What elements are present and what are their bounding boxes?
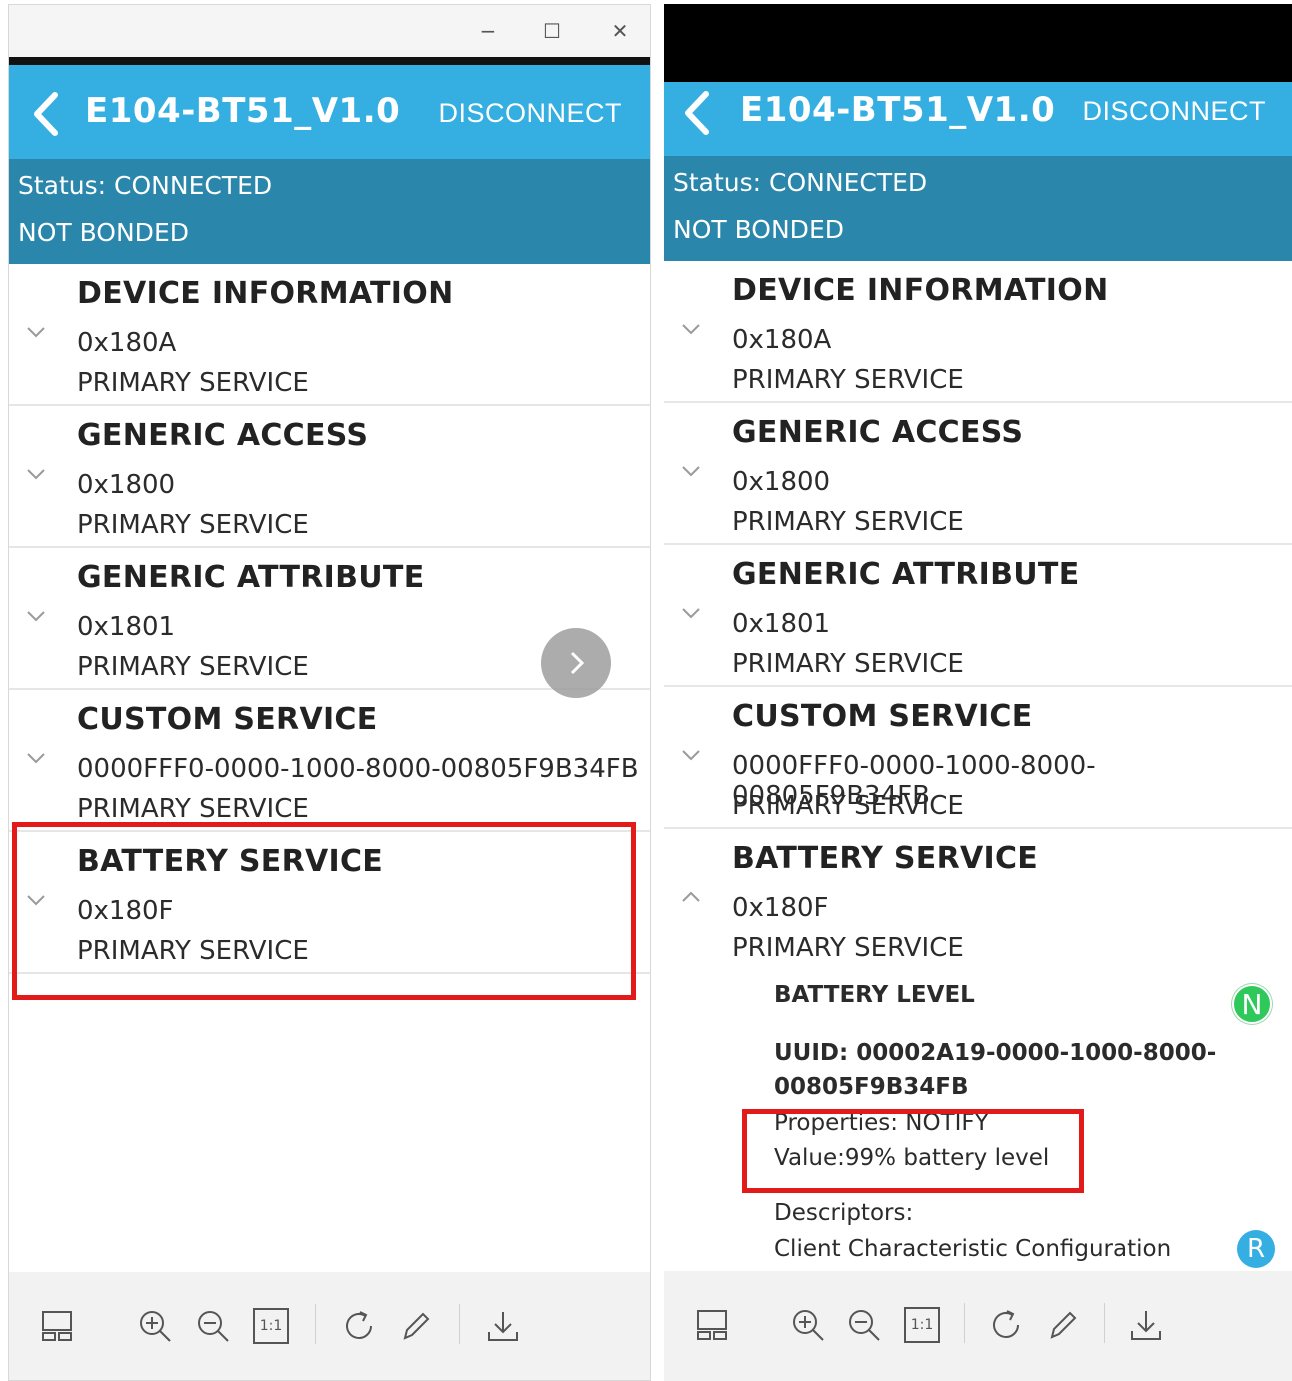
service-type: PRIMARY SERVICE — [77, 794, 309, 824]
service-uuid: 0x180A — [732, 325, 832, 355]
connection-status-bar: Status: CONNECTED NOT BONDED — [9, 159, 650, 264]
service-uuid: 0000FFF0-0000-1000-8000-00805F9B34FB — [77, 754, 639, 784]
service-name: DEVICE INFORMATION — [732, 273, 1109, 308]
download-icon[interactable] — [485, 1308, 521, 1344]
service-row[interactable]: CUSTOM SERVICE 0000FFF0-0000-1000-8000-0… — [9, 690, 650, 832]
disconnect-button[interactable]: DISCONNECT — [1082, 96, 1266, 127]
minimize-button[interactable]: − — [476, 19, 500, 43]
right-screenshot-panel: E104-BT51_V1.0 DISCONNECT Status: CONNEC… — [664, 4, 1292, 1381]
viewer-toolbar: 1:1 — [664, 1271, 1292, 1381]
toolbar-divider — [315, 1304, 316, 1344]
characteristic-uuid-line1: UUID: 00002A19-0000-1000-8000- — [774, 1040, 1217, 1066]
service-name: CUSTOM SERVICE — [732, 699, 1033, 734]
service-row[interactable]: DEVICE INFORMATION 0x180A PRIMARY SERVIC… — [664, 261, 1292, 403]
status-bar-black — [664, 4, 1292, 82]
connection-status-bar: Status: CONNECTED NOT BONDED — [664, 156, 1292, 261]
left-screenshot-panel: − ☐ ✕ E104-BT51_V1.0 DISCONNECT Status: … — [8, 4, 651, 1381]
download-icon[interactable] — [1128, 1307, 1164, 1343]
characteristic-uuid-line2: 00805F9B34FB — [774, 1074, 969, 1100]
toolbar-divider — [1104, 1303, 1105, 1343]
service-uuid: 0x180F — [732, 893, 829, 923]
descriptor-name: Client Characteristic Configuration — [774, 1236, 1172, 1262]
maximize-button[interactable]: ☐ — [540, 19, 564, 43]
read-badge-button[interactable]: R — [1237, 1230, 1275, 1268]
service-name: DEVICE INFORMATION — [77, 276, 454, 311]
chevron-down-icon — [27, 753, 45, 764]
notify-badge-button[interactable]: N — [1232, 984, 1272, 1024]
service-uuid: 0x1800 — [77, 470, 176, 500]
service-row[interactable]: GENERIC ATTRIBUTE 0x1801 PRIMARY SERVICE — [664, 545, 1292, 687]
actual-size-icon[interactable]: 1:1 — [904, 1307, 940, 1343]
next-fab-button[interactable] — [541, 628, 611, 698]
device-title: E104-BT51_V1.0 — [740, 90, 1056, 130]
service-row[interactable]: CUSTOM SERVICE 0000FFF0-0000-1000-8000-0… — [664, 687, 1292, 829]
back-arrow-icon[interactable] — [678, 88, 718, 138]
service-name: GENERIC ATTRIBUTE — [77, 560, 425, 595]
chevron-down-icon — [27, 327, 45, 338]
window-titlebar: − ☐ ✕ — [9, 5, 650, 57]
service-name: GENERIC ATTRIBUTE — [732, 557, 1080, 592]
toolbar-divider — [964, 1303, 965, 1343]
chevron-down-icon — [682, 466, 700, 477]
service-name: GENERIC ACCESS — [732, 415, 1024, 450]
disconnect-button[interactable]: DISCONNECT — [438, 98, 622, 129]
service-name: BATTERY SERVICE — [732, 841, 1039, 876]
titlebar-divider — [9, 57, 650, 65]
chevron-right-icon — [570, 651, 585, 675]
toolbar-divider — [459, 1304, 460, 1344]
zoom-in-icon[interactable] — [790, 1307, 826, 1343]
zoom-out-icon[interactable] — [195, 1308, 231, 1344]
service-row[interactable]: DEVICE INFORMATION 0x180A PRIMARY SERVIC… — [9, 264, 650, 406]
app-bar: E104-BT51_V1.0 DISCONNECT — [9, 65, 650, 159]
edit-icon[interactable] — [397, 1308, 433, 1344]
chevron-up-icon — [682, 891, 700, 902]
descriptors-label: Descriptors: — [774, 1200, 914, 1226]
bond-status-text: NOT BONDED — [18, 218, 189, 247]
characteristic-name: BATTERY LEVEL — [774, 982, 975, 1008]
device-title: E104-BT51_V1.0 — [85, 91, 401, 131]
bond-status-text: NOT BONDED — [673, 215, 844, 244]
chevron-down-icon — [27, 611, 45, 622]
service-uuid: 0x1800 — [732, 467, 831, 497]
status-text: Status: CONNECTED — [18, 171, 273, 200]
service-name: CUSTOM SERVICE — [77, 702, 378, 737]
edit-icon[interactable] — [1044, 1307, 1080, 1343]
chevron-down-icon — [27, 469, 45, 480]
zoom-in-icon[interactable] — [137, 1308, 173, 1344]
rotate-icon[interactable] — [988, 1307, 1024, 1343]
service-type: PRIMARY SERVICE — [732, 365, 964, 395]
app-bar: E104-BT51_V1.0 DISCONNECT — [664, 82, 1292, 156]
service-row[interactable]: GENERIC ACCESS 0x1800 PRIMARY SERVICE — [664, 403, 1292, 545]
close-button[interactable]: ✕ — [608, 19, 632, 43]
viewer-toolbar: 1:1 — [9, 1272, 650, 1380]
chevron-down-icon — [682, 324, 700, 335]
service-type: PRIMARY SERVICE — [77, 368, 309, 398]
chevron-down-icon — [682, 750, 700, 761]
highlight-box — [742, 1109, 1084, 1193]
service-type: PRIMARY SERVICE — [77, 652, 309, 682]
service-row[interactable]: BATTERY SERVICE 0x180F PRIMARY SERVICE — [664, 829, 1292, 971]
service-type: PRIMARY SERVICE — [732, 649, 964, 679]
service-uuid: 0x1801 — [732, 609, 831, 639]
service-type: PRIMARY SERVICE — [77, 510, 309, 540]
layout-icon[interactable] — [694, 1307, 730, 1343]
service-uuid: 0x1801 — [77, 612, 176, 642]
service-type: PRIMARY SERVICE — [732, 507, 964, 537]
service-row[interactable]: GENERIC ACCESS 0x1800 PRIMARY SERVICE — [9, 406, 650, 548]
actual-size-icon[interactable]: 1:1 — [253, 1308, 289, 1344]
highlight-box — [12, 822, 636, 1000]
zoom-out-icon[interactable] — [846, 1307, 882, 1343]
service-type: PRIMARY SERVICE — [732, 791, 964, 821]
service-name: GENERIC ACCESS — [77, 418, 369, 453]
service-uuid: 0x180A — [77, 328, 177, 358]
back-arrow-icon[interactable] — [27, 89, 67, 139]
layout-icon[interactable] — [39, 1308, 75, 1344]
service-type: PRIMARY SERVICE — [732, 933, 964, 963]
status-text: Status: CONNECTED — [673, 168, 928, 197]
chevron-down-icon — [682, 608, 700, 619]
rotate-icon[interactable] — [341, 1308, 377, 1344]
